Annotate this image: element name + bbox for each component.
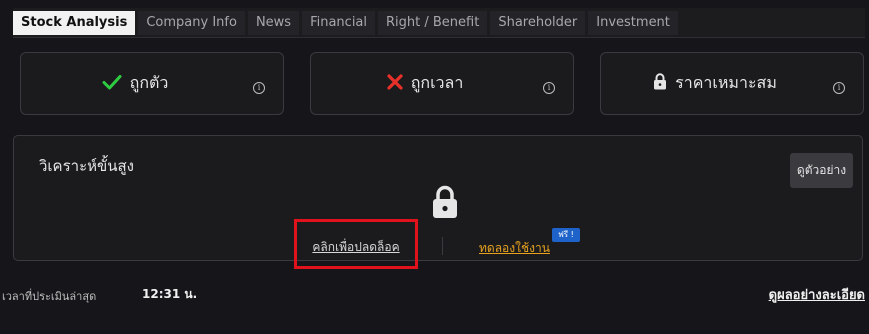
tab-company-info[interactable]: Company Info: [138, 10, 245, 35]
lock-icon: [430, 185, 460, 223]
trial-link[interactable]: ทดลองใช้งาน: [479, 239, 550, 258]
tab-shareholder[interactable]: Shareholder: [490, 10, 586, 35]
info-icon[interactable]: i: [253, 82, 265, 94]
card-right-stock: ถูกตัว i: [20, 52, 284, 115]
view-details-link[interactable]: ดูผลอย่างละเอียด: [769, 284, 865, 305]
divider: [442, 237, 443, 255]
unlock-link[interactable]: คลิกเพื่อปลดล็อค: [297, 238, 415, 257]
unlock-highlight-box: คลิกเพื่อปลดล็อค: [294, 219, 418, 269]
cross-icon: [387, 73, 403, 94]
tab-financial[interactable]: Financial: [302, 10, 376, 35]
last-evaluated-time: 12:31 น.: [142, 287, 198, 301]
check-icon: [102, 74, 122, 94]
card-label: ถูกตัว: [129, 73, 169, 92]
tab-news[interactable]: News: [247, 10, 300, 35]
info-icon[interactable]: i: [833, 82, 845, 94]
info-icon[interactable]: i: [543, 82, 555, 94]
card-label: ถูกเวลา: [410, 73, 464, 92]
free-badge: ฟรี !: [552, 228, 580, 242]
last-evaluated-label: เวลาที่ประเมินล่าสุด: [2, 290, 97, 303]
card-right-time: ถูกเวลา i: [310, 52, 574, 115]
lock-icon: [653, 73, 667, 94]
tab-bar: Stock Analysis Company Info News Financi…: [13, 8, 865, 38]
tab-investment[interactable]: Investment: [588, 10, 678, 35]
tab-right-benefit[interactable]: Right / Benefit: [378, 10, 488, 35]
advanced-analysis-panel: วิเคราะห์ขั้นสูง ดูตัวอย่าง คลิกเพื่อปลด…: [13, 135, 863, 269]
view-example-button[interactable]: ดูตัวอย่าง: [790, 153, 853, 188]
card-fair-price: ราคาเหมาะสม i: [600, 52, 864, 115]
tab-stock-analysis[interactable]: Stock Analysis: [13, 10, 136, 35]
panel-title: วิเคราะห์ขั้นสูง: [39, 157, 134, 175]
card-label: ราคาเหมาะสม: [675, 73, 777, 92]
